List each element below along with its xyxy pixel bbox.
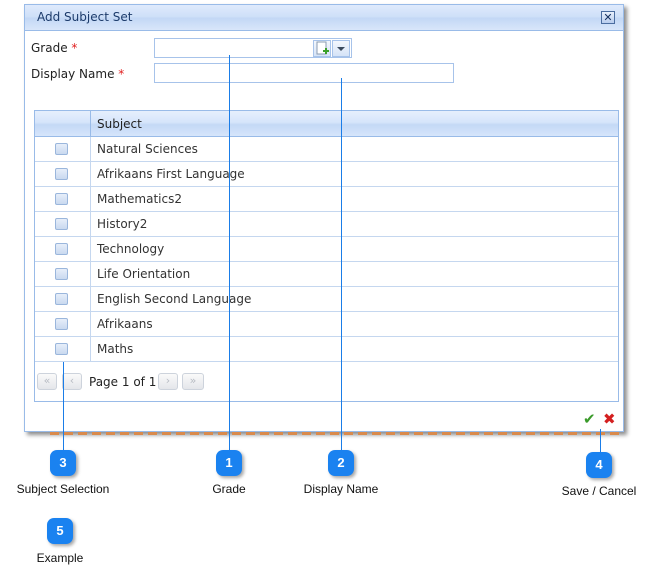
required-marker: * — [71, 41, 78, 55]
table-row[interactable]: English Second Language — [35, 287, 618, 312]
display-name-input[interactable] — [154, 63, 454, 83]
grade-add-button[interactable] — [313, 40, 331, 57]
table-row[interactable]: Maths — [35, 337, 618, 362]
callout-badge-3: 3 — [50, 450, 76, 476]
column-separator — [90, 212, 91, 236]
table-row[interactable]: Afrikaans — [35, 312, 618, 337]
callout-badge-2: 2 — [328, 450, 354, 476]
row-checkbox[interactable] — [55, 193, 68, 205]
callout-badge-5: 5 — [47, 518, 73, 544]
column-header-subject[interactable]: Subject — [97, 117, 142, 131]
next-page-button[interactable]: › — [158, 373, 178, 390]
subject-cell: History2 — [97, 217, 148, 231]
first-page-button[interactable]: « — [37, 373, 57, 390]
row-checkbox[interactable] — [55, 343, 68, 355]
callout-label-grade: Grade — [212, 482, 246, 496]
callout-line-3 — [63, 362, 64, 452]
last-page-button[interactable]: » — [182, 373, 204, 390]
grade-label-text: Grade — [31, 41, 68, 55]
prev-page-button[interactable]: ‹ — [62, 373, 82, 390]
cancel-button[interactable]: ✖ — [603, 411, 616, 427]
table-row[interactable]: Afrikaans First Language — [35, 162, 618, 187]
subject-cell: Afrikaans — [97, 317, 153, 331]
dialog-title: Add Subject Set — [37, 10, 133, 24]
subject-cell: Mathematics2 — [97, 192, 182, 206]
chevron-down-icon — [337, 47, 345, 51]
callout-label-save-cancel: Save / Cancel — [561, 484, 637, 498]
close-icon: ✕ — [603, 11, 613, 24]
callout-line-4 — [600, 429, 601, 453]
row-checkbox[interactable] — [55, 268, 68, 280]
display-name-label: Display Name * — [31, 67, 124, 81]
chevron-right-icon: › — [165, 374, 171, 387]
pager: « ‹ Page 1 of 1 › » — [35, 361, 618, 401]
column-separator — [90, 137, 91, 161]
dialog-actions: ✔ ✖ — [583, 411, 619, 427]
row-checkbox[interactable] — [55, 243, 68, 255]
callout-line-1 — [229, 55, 230, 452]
double-chevron-right-icon: » — [189, 374, 197, 387]
table-row[interactable]: Life Orientation — [35, 262, 618, 287]
column-separator — [90, 111, 91, 136]
row-checkbox[interactable] — [55, 143, 68, 155]
grade-dropdown-button[interactable] — [332, 40, 350, 57]
subject-cell: Life Orientation — [97, 267, 191, 281]
subject-cell: Afrikaans First Language — [97, 167, 245, 181]
subject-cell: Maths — [97, 342, 134, 356]
grade-combo — [154, 38, 352, 58]
callout-label-example: Example — [36, 551, 84, 565]
cross-icon: ✖ — [603, 410, 616, 428]
dialog-titlebar[interactable]: Add Subject Set ✕ — [25, 5, 623, 31]
callout-label-subject-selection: Subject Selection — [16, 482, 110, 496]
double-chevron-left-icon: « — [43, 374, 51, 387]
column-separator — [90, 287, 91, 311]
row-checkbox[interactable] — [55, 293, 68, 305]
table-row[interactable]: Technology — [35, 237, 618, 262]
callout-line-2 — [341, 78, 342, 452]
checkmark-icon: ✔ — [583, 410, 596, 428]
subject-grid: Subject Natural Sciences Afrikaans First … — [34, 110, 619, 402]
callout-label-display-name: Display Name — [303, 482, 379, 496]
row-checkbox[interactable] — [55, 218, 68, 230]
chevron-left-icon: ‹ — [69, 374, 75, 387]
background-dashed-line — [50, 432, 620, 435]
display-name-label-text: Display Name — [31, 67, 115, 81]
save-button[interactable]: ✔ — [583, 411, 596, 427]
callout-badge-4: 4 — [586, 452, 612, 478]
close-button[interactable]: ✕ — [601, 11, 615, 24]
page-indicator: Page 1 of 1 — [89, 375, 157, 389]
column-separator — [90, 312, 91, 336]
subject-cell: Natural Sciences — [97, 142, 198, 156]
row-checkbox[interactable] — [55, 318, 68, 330]
callout-badge-1: 1 — [216, 450, 242, 476]
column-separator — [90, 262, 91, 286]
grade-input[interactable] — [155, 39, 316, 57]
column-separator — [90, 162, 91, 186]
table-row[interactable]: History2 — [35, 212, 618, 237]
add-document-icon — [316, 41, 329, 55]
table-row[interactable]: Natural Sciences — [35, 137, 618, 162]
required-marker: * — [118, 67, 125, 81]
grade-label: Grade * — [31, 41, 77, 55]
grid-header: Subject — [35, 111, 618, 137]
subject-cell: Technology — [97, 242, 165, 256]
column-separator — [90, 237, 91, 261]
column-separator — [90, 337, 91, 361]
column-separator — [90, 187, 91, 211]
add-subject-set-dialog: Add Subject Set ✕ Grade * Display Name * — [24, 4, 624, 432]
row-checkbox[interactable] — [55, 168, 68, 180]
table-row[interactable]: Mathematics2 — [35, 187, 618, 212]
